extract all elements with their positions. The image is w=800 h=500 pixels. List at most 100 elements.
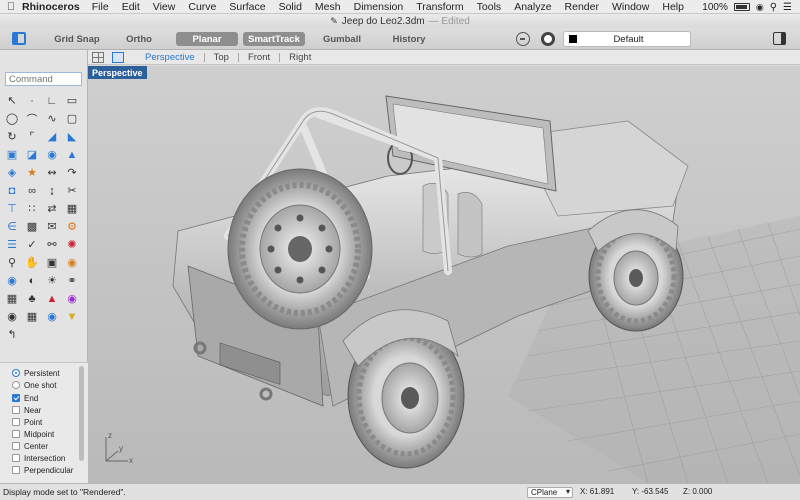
paint-icon[interactable]: ▲ — [43, 290, 61, 307]
rectangle-icon[interactable]: ▭ — [63, 92, 81, 109]
perspective-viewport[interactable]: Perspective z x y — [88, 66, 800, 483]
distribute-icon[interactable]: ↰ — [3, 326, 21, 343]
light-icon[interactable]: ☀ — [43, 272, 61, 289]
menu-help[interactable]: Help — [662, 1, 684, 13]
osnap-persistent[interactable]: Persistent — [12, 367, 60, 379]
osnap-scrollbar[interactable] — [79, 366, 84, 461]
menu-dimension[interactable]: Dimension — [354, 1, 404, 13]
radio-persistent[interactable] — [12, 369, 20, 377]
fillet-icon[interactable]: ⌜ — [23, 128, 41, 145]
menu-window[interactable]: Window — [612, 1, 649, 13]
zoom-icon[interactable]: ⚲ — [3, 254, 21, 271]
history-record-icon[interactable] — [516, 32, 530, 46]
osnap-near[interactable]: Near — [12, 404, 41, 416]
menu-analyze[interactable]: Analyze — [514, 1, 551, 13]
circle-icon[interactable]: ◯ — [3, 110, 21, 127]
mirror-icon[interactable]: ⇄ — [43, 200, 61, 217]
osnap-one-shot[interactable]: One shot — [12, 379, 56, 391]
cylinder-icon[interactable]: ◪ — [23, 146, 41, 163]
check-midpoint[interactable] — [12, 430, 20, 438]
grid-snap-button[interactable]: Grid Snap — [48, 32, 106, 46]
menu-edit[interactable]: Edit — [122, 1, 140, 13]
record-icon[interactable] — [541, 32, 555, 46]
pan-icon[interactable]: ✋ — [23, 254, 41, 271]
gumball-button[interactable]: Gumball — [318, 32, 366, 46]
right-panel-toggle-icon[interactable] — [773, 32, 786, 45]
radio-one-shot[interactable] — [12, 381, 20, 389]
solid-edit-icon[interactable]: ◘ — [3, 182, 21, 199]
revolve-icon[interactable]: ★ — [23, 164, 41, 181]
camera-icon[interactable]: ⚭ — [63, 272, 81, 289]
osnap-perpendicular[interactable]: Perpendicular — [12, 464, 73, 476]
check-near[interactable] — [12, 406, 20, 414]
dimension-icon[interactable]: ⊤ — [3, 200, 21, 217]
check-intersection[interactable] — [12, 454, 20, 462]
four-viewports-icon[interactable] — [92, 51, 104, 63]
sphere-icon[interactable]: ◉ — [43, 146, 61, 163]
menu-transform[interactable]: Transform — [416, 1, 463, 13]
check-center[interactable] — [12, 442, 20, 450]
curve-icon[interactable]: ∿ — [43, 110, 61, 127]
apple-icon[interactable]:  — [0, 1, 22, 13]
menu-tools[interactable]: Tools — [477, 1, 502, 13]
check-icon[interactable]: ✓ — [23, 236, 41, 253]
polyline-icon[interactable]: ∟ — [43, 92, 61, 109]
hatch-icon[interactable]: ▩ — [23, 218, 41, 235]
explode-icon[interactable]: ✺ — [63, 236, 81, 253]
smarttrack-button[interactable]: SmartTrack — [243, 32, 305, 46]
search-icon[interactable]: ⚲ — [770, 2, 777, 13]
app-menu[interactable]: Rhinoceros — [22, 1, 80, 13]
array-icon[interactable]: ∷ — [23, 200, 41, 217]
boolean-icon[interactable]: ◈ — [3, 164, 21, 181]
patch-icon[interactable]: ◣ — [63, 128, 81, 145]
blend-icon[interactable]: ∞ — [23, 182, 41, 199]
environment-icon[interactable]: ◉ — [43, 308, 61, 325]
sphere-render-icon[interactable]: ◉ — [3, 308, 21, 325]
sidebar-toggle-icon[interactable] — [12, 32, 26, 45]
tab-top[interactable]: Top — [205, 52, 238, 63]
osnap-end[interactable]: End — [12, 392, 38, 404]
ortho-button[interactable]: Ortho — [118, 32, 160, 46]
box-icon[interactable]: ▣ — [3, 146, 21, 163]
osnap-point[interactable]: Point — [12, 416, 42, 428]
list-icon[interactable]: ☰ — [783, 2, 792, 13]
rectangle-rounded-icon[interactable]: ▢ — [63, 110, 81, 127]
osnap-midpoint[interactable]: Midpoint — [12, 428, 54, 440]
analyze-icon[interactable]: ▣ — [43, 254, 61, 271]
join-icon[interactable]: ⚯ — [43, 236, 61, 253]
color-wheel-icon[interactable]: ◉ — [63, 290, 81, 307]
menu-view[interactable]: View — [153, 1, 176, 13]
sweep-icon[interactable]: ↷ — [63, 164, 81, 181]
tab-perspective[interactable]: Perspective — [136, 52, 204, 63]
battery-icon[interactable] — [733, 3, 750, 11]
check-point[interactable] — [12, 418, 20, 426]
history-button[interactable]: History — [388, 32, 430, 46]
viewport-label[interactable]: Perspective — [88, 66, 147, 79]
menu-solid[interactable]: Solid — [279, 1, 302, 13]
render-icon[interactable]: ◉ — [3, 272, 21, 289]
layer-icon[interactable]: ☰ — [3, 236, 21, 253]
loft-icon[interactable]: ↭ — [43, 164, 61, 181]
osnap-center[interactable]: Center — [12, 440, 48, 452]
rotate-icon[interactable]: ↻ — [3, 128, 21, 145]
surface-icon[interactable]: ◢ — [43, 128, 61, 145]
offset-icon[interactable]: ↨ — [43, 182, 61, 199]
text-icon[interactable]: ∈ — [3, 218, 21, 235]
planar-button[interactable]: Planar — [176, 32, 238, 46]
menu-curve[interactable]: Curve — [188, 1, 216, 13]
osnap-intersection[interactable]: Intersection — [12, 452, 65, 464]
command-input[interactable] — [5, 72, 82, 86]
trim-icon[interactable]: ✂ — [63, 182, 81, 199]
properties-icon[interactable]: ⚙ — [63, 218, 81, 235]
select-arrow-icon[interactable]: ↖ — [3, 92, 21, 109]
cplane-selector[interactable]: CPlane — [527, 487, 573, 498]
menu-surface[interactable]: Surface — [229, 1, 265, 13]
check-end[interactable] — [12, 394, 20, 402]
measure-icon[interactable]: ◉ — [63, 254, 81, 271]
light-bulb-icon[interactable]: ▼ — [63, 308, 81, 325]
check-perpendicular[interactable] — [12, 466, 20, 474]
extrude-icon[interactable]: ▲ — [63, 146, 81, 163]
annotation-icon[interactable]: ✉ — [43, 218, 61, 235]
tab-front[interactable]: Front — [239, 52, 279, 63]
menu-file[interactable]: File — [92, 1, 109, 13]
